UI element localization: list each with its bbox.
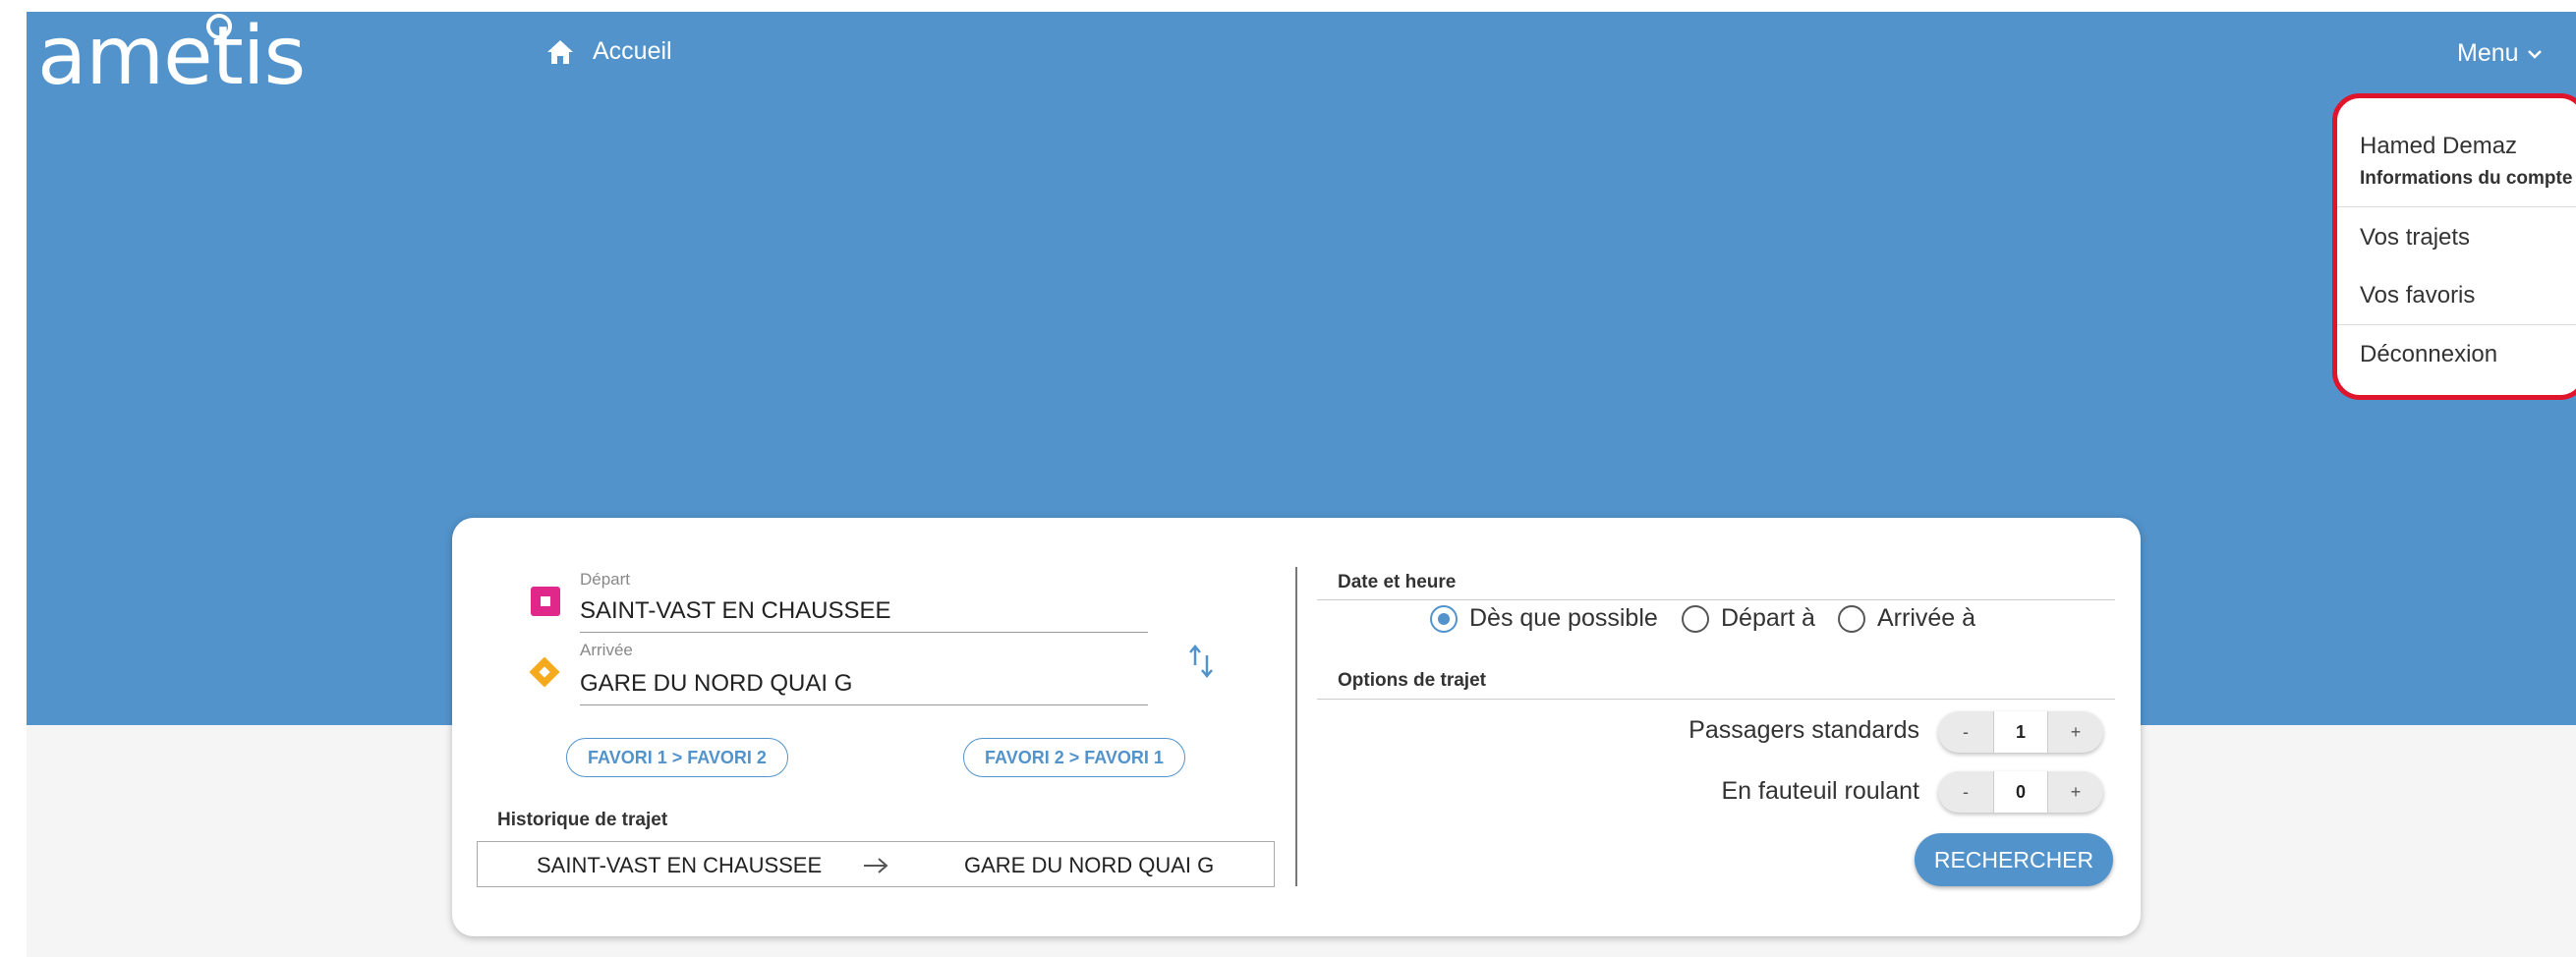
radio-arrive-at-label: Arrivée à xyxy=(1877,604,1976,632)
standard-passengers-stepper: - 1 + xyxy=(1938,711,2103,753)
column-divider xyxy=(1295,567,1297,886)
nav-home-label: Accueil xyxy=(593,37,672,65)
radio-depart-at-label: Départ à xyxy=(1721,604,1815,632)
increment-button[interactable]: + xyxy=(2048,771,2103,813)
favorite-route-button[interactable]: FAVORI 2 > FAVORI 1 xyxy=(963,738,1185,777)
arrivee-input[interactable]: GARE DU NORD QUAI G xyxy=(580,670,852,698)
radio-depart-at[interactable]: Départ à xyxy=(1682,604,1815,633)
arrow-right-icon xyxy=(864,858,888,873)
depart-icon xyxy=(531,587,560,616)
depart-input[interactable]: SAINT-VAST EN CHAUSSEE xyxy=(580,597,891,625)
menu-label: Menu xyxy=(2457,39,2519,67)
radio-asap-label: Dès que possible xyxy=(1469,604,1658,632)
decrement-button[interactable]: - xyxy=(1938,711,1993,753)
radio-asap[interactable]: Dès que possible xyxy=(1430,604,1658,633)
wheelchair-passengers-value: 0 xyxy=(1993,771,2048,813)
history-row[interactable]: SAINT-VAST EN CHAUSSEE GARE DU NORD QUAI… xyxy=(477,841,1275,887)
depart-underline xyxy=(580,632,1148,633)
decrement-button[interactable]: - xyxy=(1938,771,1993,813)
menu-button[interactable]: Menu xyxy=(2457,39,2543,68)
radio-unchecked-icon xyxy=(1682,604,1709,633)
account-dropdown: Hamed Demaz Informations du compte Vos t… xyxy=(2332,93,2576,400)
swap-icon[interactable] xyxy=(1187,644,1217,679)
radio-unchecked-icon xyxy=(1838,604,1865,633)
favorites-link[interactable]: Vos favoris xyxy=(2360,282,2475,310)
user-name: Hamed Demaz xyxy=(2360,133,2518,159)
trips-link[interactable]: Vos trajets xyxy=(2360,224,2470,252)
depart-label: Départ xyxy=(580,570,631,589)
history-title: Historique de trajet xyxy=(497,810,668,830)
arrivee-label: Arrivée xyxy=(580,641,633,659)
wheelchair-passengers-label: En fauteuil roulant xyxy=(1721,777,1919,805)
search-card: Départ SAINT-VAST EN CHAUSSEE Arrivée GA… xyxy=(452,518,2141,936)
dropdown-divider xyxy=(2337,324,2576,325)
arrivee-underline xyxy=(580,704,1148,705)
account-info-link[interactable]: Informations du compte xyxy=(2360,168,2572,190)
wheelchair-passengers-stepper: - 0 + xyxy=(1938,771,2103,813)
chevron-down-icon xyxy=(2527,49,2542,59)
search-button[interactable]: RECHERCHER xyxy=(1915,833,2113,886)
section-divider xyxy=(1317,599,2115,600)
radio-checked-icon xyxy=(1430,604,1458,633)
nav-home-link[interactable]: Accueil xyxy=(545,37,672,66)
history-from: SAINT-VAST EN CHAUSSEE xyxy=(537,853,823,877)
trip-options-title: Options de trajet xyxy=(1338,670,1486,691)
increment-button[interactable]: + xyxy=(2048,711,2103,753)
standard-passengers-label: Passagers standards xyxy=(1689,716,1919,744)
arrivee-icon xyxy=(529,656,560,688)
ametis-logo[interactable]: ametis xyxy=(37,10,306,103)
logo-dot xyxy=(206,14,232,39)
favorite-route-button[interactable]: FAVORI 1 > FAVORI 2 xyxy=(566,738,788,777)
radio-arrive-at[interactable]: Arrivée à xyxy=(1838,604,1975,633)
section-divider xyxy=(1317,699,2115,700)
standard-passengers-value: 1 xyxy=(1993,711,2048,753)
history-to: GARE DU NORD QUAI G xyxy=(964,853,1215,877)
logout-link[interactable]: Déconnexion xyxy=(2360,341,2497,368)
datetime-title: Date et heure xyxy=(1338,572,1457,592)
home-icon xyxy=(547,39,573,64)
dropdown-divider xyxy=(2337,206,2576,207)
logo-text: ametis xyxy=(37,10,306,103)
